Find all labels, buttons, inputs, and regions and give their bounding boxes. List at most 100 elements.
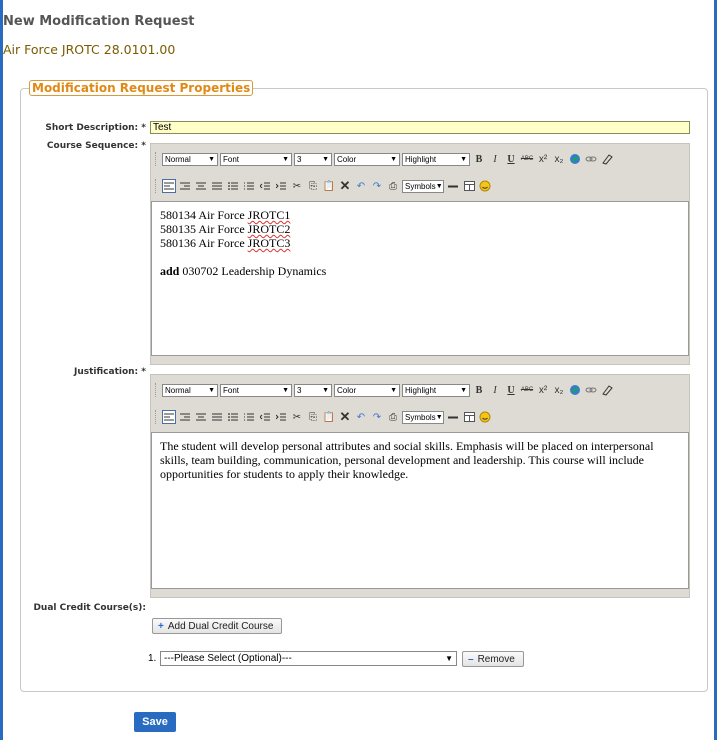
align-justify-icon[interactable] <box>210 179 224 193</box>
subscript-icon[interactable]: x₂ <box>552 383 566 397</box>
strikethrough-button[interactable]: ABC <box>520 152 534 166</box>
numbered-list-icon[interactable] <box>242 410 256 424</box>
align-left-icon[interactable] <box>162 410 176 424</box>
strikethrough-button[interactable]: ABC <box>520 383 534 397</box>
table-icon[interactable] <box>462 410 476 424</box>
italic-button[interactable]: I <box>488 152 502 166</box>
eraser-icon[interactable] <box>600 383 614 397</box>
smiley-icon[interactable] <box>478 410 492 424</box>
indent-icon[interactable] <box>274 410 288 424</box>
required-mark: * <box>141 367 146 377</box>
save-button[interactable]: Save <box>134 712 176 732</box>
underline-button[interactable]: U <box>504 152 518 166</box>
highlight-select[interactable]: Highlight ▼ <box>402 383 470 397</box>
cut-icon[interactable]: ✂ <box>290 410 304 424</box>
dropdown-arrow-icon: ▼ <box>445 654 453 663</box>
outdent-icon[interactable] <box>258 410 272 424</box>
undo-icon[interactable]: ↶ <box>354 179 368 193</box>
color-select-value: Color <box>337 385 357 395</box>
superscript-icon[interactable]: x² <box>536 152 550 166</box>
subscript-icon[interactable]: x₂ <box>552 152 566 166</box>
delete-icon[interactable]: ✕ <box>338 409 352 424</box>
add-dual-credit-button[interactable]: + Add Dual Credit Course <box>152 618 282 634</box>
copy-icon[interactable]: ⎘ <box>306 410 320 424</box>
indent-icon[interactable] <box>274 179 288 193</box>
symbols-select[interactable]: Symbols ▼ <box>402 179 444 193</box>
dropdown-arrow-icon: ▼ <box>208 155 215 163</box>
eraser-icon[interactable] <box>600 152 614 166</box>
print-icon[interactable]: ⎙ <box>386 179 400 193</box>
align-justify-icon[interactable] <box>210 410 224 424</box>
delete-icon[interactable]: ✕ <box>338 178 352 193</box>
paste-icon[interactable]: 📋 <box>322 410 336 424</box>
dropdown-arrow-icon: ▼ <box>282 386 289 394</box>
format-select[interactable]: Normal ▼ <box>162 152 218 166</box>
print-icon[interactable]: ⎙ <box>386 410 400 424</box>
redo-icon[interactable]: ↷ <box>370 179 384 193</box>
horizontal-rule-icon[interactable] <box>446 179 460 193</box>
dropdown-arrow-icon: ▼ <box>435 413 443 421</box>
justification-editor: Normal ▼ Font ▼ 3 ▼ Color ▼ Highlight ▼ B I U… <box>150 374 690 598</box>
align-left-icon[interactable] <box>162 179 176 193</box>
symbols-select[interactable]: Symbols ▼ <box>402 410 444 424</box>
table-icon[interactable] <box>462 179 476 193</box>
toolbar-grip <box>155 179 158 193</box>
sequence-line: 580136 Air Force JROTC3 <box>160 236 680 250</box>
unlink-icon[interactable] <box>584 383 598 397</box>
dropdown-arrow-icon: ▼ <box>390 386 397 394</box>
align-right-icon[interactable] <box>178 410 192 424</box>
font-select[interactable]: Font ▼ <box>220 383 292 397</box>
course-sequence-label: Course Sequence: * <box>6 141 146 151</box>
bold-button[interactable]: B <box>472 152 486 166</box>
insert-link-icon[interactable] <box>568 383 582 397</box>
italic-button[interactable]: I <box>488 383 502 397</box>
align-center-icon[interactable] <box>194 179 208 193</box>
dropdown-arrow-icon: ▼ <box>390 155 397 163</box>
highlight-select[interactable]: Highlight ▼ <box>402 152 470 166</box>
dropdown-arrow-icon: ▼ <box>282 155 289 163</box>
required-mark: * <box>141 141 146 151</box>
bulleted-list-icon[interactable] <box>226 179 240 193</box>
course-sequence-text-area[interactable]: 580134 Air Force JROTC1 580135 Air Force… <box>151 201 689 356</box>
bold-button[interactable]: B <box>472 383 486 397</box>
cut-icon[interactable]: ✂ <box>290 179 304 193</box>
align-center-icon[interactable] <box>194 410 208 424</box>
justification-label: Justification: * <box>6 367 146 377</box>
smiley-icon[interactable] <box>478 179 492 193</box>
add-keyword: add <box>160 264 180 278</box>
editor-toolbar-row-2: ✂ ⎘ 📋 ✕ ↶ ↷ ⎙ Symbols ▼ <box>151 407 494 427</box>
size-select[interactable]: 3 ▼ <box>294 152 332 166</box>
redo-icon[interactable]: ↷ <box>370 410 384 424</box>
color-select[interactable]: Color ▼ <box>334 383 400 397</box>
remove-button[interactable]: – Remove <box>462 651 524 667</box>
symbols-select-value: Symbols <box>405 412 436 422</box>
font-select[interactable]: Font ▼ <box>220 152 292 166</box>
bulleted-list-icon[interactable] <box>226 410 240 424</box>
horizontal-rule-icon[interactable] <box>446 410 460 424</box>
sequence-line-text: 580135 Air Force <box>160 222 248 236</box>
editor-toolbar-row-2: ✂ ⎘ 📋 ✕ ↶ ↷ ⎙ Symbols ▼ <box>151 176 494 196</box>
size-select[interactable]: 3 ▼ <box>294 383 332 397</box>
short-description-input[interactable]: Test <box>150 121 690 134</box>
dropdown-arrow-icon: ▼ <box>460 155 467 163</box>
justification-text-area[interactable]: The student will develop personal attrib… <box>151 432 689 589</box>
undo-icon[interactable]: ↶ <box>354 410 368 424</box>
dropdown-arrow-icon: ▼ <box>322 155 329 163</box>
required-mark: * <box>141 123 146 133</box>
format-select[interactable]: Normal ▼ <box>162 383 218 397</box>
numbered-list-icon[interactable] <box>242 179 256 193</box>
insert-link-icon[interactable] <box>568 152 582 166</box>
sequence-line-word: JROTC3 <box>247 236 291 250</box>
copy-icon[interactable]: ⎘ <box>306 179 320 193</box>
outdent-icon[interactable] <box>258 179 272 193</box>
color-select[interactable]: Color ▼ <box>334 152 400 166</box>
superscript-icon[interactable]: x² <box>536 383 550 397</box>
paste-icon[interactable]: 📋 <box>322 179 336 193</box>
sequence-line-text: 580134 Air Force <box>160 208 248 222</box>
underline-button[interactable]: U <box>504 383 518 397</box>
format-select-value: Normal <box>165 385 191 395</box>
unlink-icon[interactable] <box>584 152 598 166</box>
dual-credit-select[interactable]: ---Please Select (Optional)--- ▼ <box>160 651 457 666</box>
align-right-icon[interactable] <box>178 179 192 193</box>
